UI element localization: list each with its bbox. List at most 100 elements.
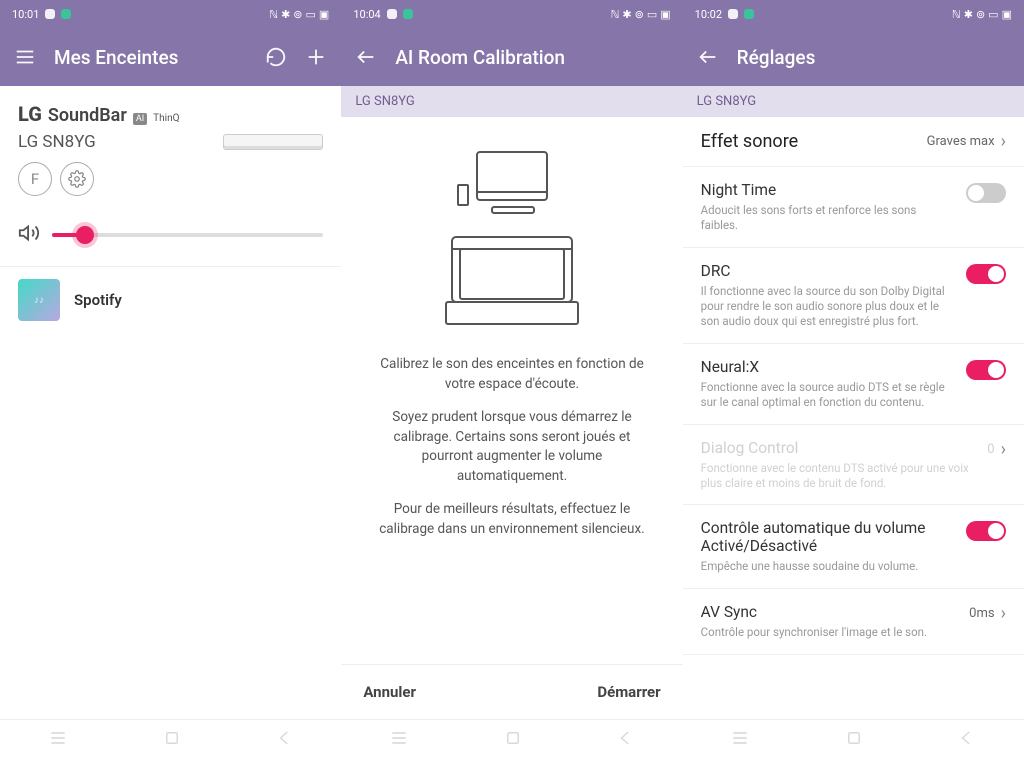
setting-neuralx[interactable]: Neural:X Fonctionne avec la source audio…	[683, 344, 1024, 425]
status-icons-right: ℕ ✱ ⊚ ▭ ▣	[611, 8, 671, 21]
page-title: AI Room Calibration	[395, 46, 668, 69]
status-bar: 10:01 ℕ ✱ ⊚ ▭ ▣	[0, 0, 341, 28]
toggle-neuralx[interactable]	[966, 360, 1006, 380]
setting-auto-volume[interactable]: Contrôle automatique du volume Activé/Dé…	[683, 505, 1024, 589]
signal-icon: ▭	[988, 8, 998, 21]
volume-slider[interactable]	[52, 233, 323, 237]
battery-icon: ▣	[1002, 8, 1012, 21]
status-bar: 10:04 ℕ ✱ ⊚ ▭ ▣	[341, 0, 682, 28]
setting-value: 0	[987, 442, 994, 457]
volume-row	[18, 222, 323, 248]
setting-desc: Fonctionne avec le contenu DTS activé po…	[701, 461, 976, 491]
calib-text-1: Calibrez le son des enceintes en fonctio…	[369, 355, 654, 394]
toggle-drc[interactable]	[966, 264, 1006, 284]
wifi-icon: ⊚	[635, 8, 644, 21]
system-nav-bar	[0, 719, 341, 759]
status-icons-right: ℕ ✱ ⊚ ▭ ▣	[952, 8, 1012, 21]
toggle-night-time[interactable]	[966, 183, 1006, 203]
device-card[interactable]: LG SoundBar AI ThinQ LG SN8YG F	[0, 86, 341, 264]
calib-text-2: Soyez prudent lorsque vous démarrez le c…	[369, 408, 654, 486]
setting-title: Night Time	[701, 181, 954, 199]
setting-desc: Empêche une hausse soudaine du volume.	[701, 559, 954, 574]
back-arrow-icon[interactable]	[355, 46, 377, 68]
app-status-icon	[744, 9, 754, 19]
bluetooth-icon: ✱	[964, 8, 973, 21]
device-sub-header: LG SN8YG	[341, 86, 682, 117]
chevron-right-icon: ›	[1001, 603, 1006, 624]
cancel-button[interactable]: Annuler	[363, 683, 416, 701]
system-nav-bar	[683, 719, 1024, 759]
source-row[interactable]: ♪♪ Spotify	[0, 266, 341, 333]
system-nav-bar	[341, 719, 682, 759]
volume-icon[interactable]	[18, 222, 40, 248]
add-icon[interactable]	[305, 46, 327, 68]
brand-lg: LG	[18, 102, 42, 126]
setting-title: Dialog Control	[701, 439, 976, 457]
screen-my-speakers: 10:01 ℕ ✱ ⊚ ▭ ▣ Mes Enceintes LG SoundBa…	[0, 0, 341, 759]
setting-sound-effect[interactable]: Effet sonore Graves max ›	[683, 117, 1024, 167]
screen-settings: 10:02 ℕ ✱ ⊚ ▭ ▣ Réglages LG SN8YG Effet …	[683, 0, 1024, 759]
nav-recent-icon[interactable]	[48, 728, 68, 752]
app-bar: AI Room Calibration	[341, 28, 682, 86]
nfc-icon: ℕ	[952, 8, 961, 21]
setting-title: Contrôle automatique du volume Activé/Dé…	[701, 519, 954, 555]
nav-home-icon[interactable]	[845, 729, 863, 751]
device-sub-header: LG SN8YG	[683, 86, 1024, 117]
calib-text-3: Pour de meilleurs résultats, effectuez l…	[369, 500, 654, 539]
brand-thinq: ThinQ	[153, 113, 179, 124]
status-time: 10:01	[12, 8, 39, 21]
settings-gear-button[interactable]	[60, 162, 94, 196]
status-time: 10:02	[695, 8, 722, 21]
setting-title: DRC	[701, 262, 954, 280]
bluetooth-icon: ✱	[622, 8, 631, 21]
setting-desc: Il fonctionne avec la source du son Dolb…	[701, 284, 954, 329]
soundbar-image	[223, 134, 323, 150]
page-title: Réglages	[737, 46, 1010, 69]
calibration-illustration	[341, 117, 682, 355]
setting-value: 0ms	[969, 606, 994, 621]
battery-icon: ▣	[319, 8, 329, 21]
nfc-icon: ℕ	[611, 8, 620, 21]
signal-icon: ▭	[647, 8, 657, 21]
page-title: Mes Enceintes	[54, 46, 247, 69]
setting-dialog-control: Dialog Control Fonctionne avec le conten…	[683, 425, 1024, 506]
bottom-actions: Annuler Démarrer	[341, 664, 682, 719]
volume-thumb[interactable]	[76, 226, 94, 244]
app-bar: Réglages	[683, 28, 1024, 86]
setting-drc[interactable]: DRC Il fonctionne avec la source du son …	[683, 248, 1024, 344]
setting-night-time[interactable]: Night Time Adoucit les sons forts et ren…	[683, 167, 1024, 248]
toggle-auto-volume[interactable]	[966, 521, 1006, 541]
setting-title: AV Sync	[701, 603, 958, 621]
nav-home-icon[interactable]	[504, 729, 522, 751]
nav-back-icon[interactable]	[276, 729, 294, 751]
brand-soundbar: SoundBar	[48, 105, 127, 126]
settings-list: Effet sonore Graves max › Night Time Ado…	[683, 117, 1024, 719]
menu-icon[interactable]	[14, 46, 36, 68]
wifi-icon: ⊚	[293, 8, 302, 21]
screen-calibration: 10:04 ℕ ✱ ⊚ ▭ ▣ AI Room Calibration LG S…	[341, 0, 682, 759]
battery-icon: ▣	[660, 8, 670, 21]
signal-icon: ▭	[306, 8, 316, 21]
nav-back-icon[interactable]	[617, 729, 635, 751]
setting-title: Neural:X	[701, 358, 954, 376]
device-model: LG SN8YG	[18, 132, 96, 152]
setting-desc: Fonctionne avec la source audio DTS et s…	[701, 380, 954, 410]
chevron-right-icon: ›	[1001, 439, 1006, 460]
nav-home-icon[interactable]	[163, 729, 181, 751]
nav-recent-icon[interactable]	[389, 728, 409, 752]
start-button[interactable]: Démarrer	[597, 683, 660, 701]
setting-title: Effet sonore	[701, 131, 915, 152]
status-icons-right: ℕ ✱ ⊚ ▭ ▣	[269, 8, 329, 21]
status-bar: 10:02 ℕ ✱ ⊚ ▭ ▣	[683, 0, 1024, 28]
app-status-icon	[61, 9, 71, 19]
sound-mode-button[interactable]: F	[18, 162, 52, 196]
source-icon: ♪♪	[18, 279, 60, 321]
source-name: Spotify	[74, 291, 122, 309]
status-time: 10:04	[353, 8, 380, 21]
back-arrow-icon[interactable]	[697, 46, 719, 68]
refresh-icon[interactable]	[265, 46, 287, 68]
setting-av-sync[interactable]: AV Sync Contrôle pour synchroniser l'ima…	[683, 589, 1024, 655]
app-bar: Mes Enceintes	[0, 28, 341, 86]
nav-recent-icon[interactable]	[730, 728, 750, 752]
nav-back-icon[interactable]	[958, 729, 976, 751]
